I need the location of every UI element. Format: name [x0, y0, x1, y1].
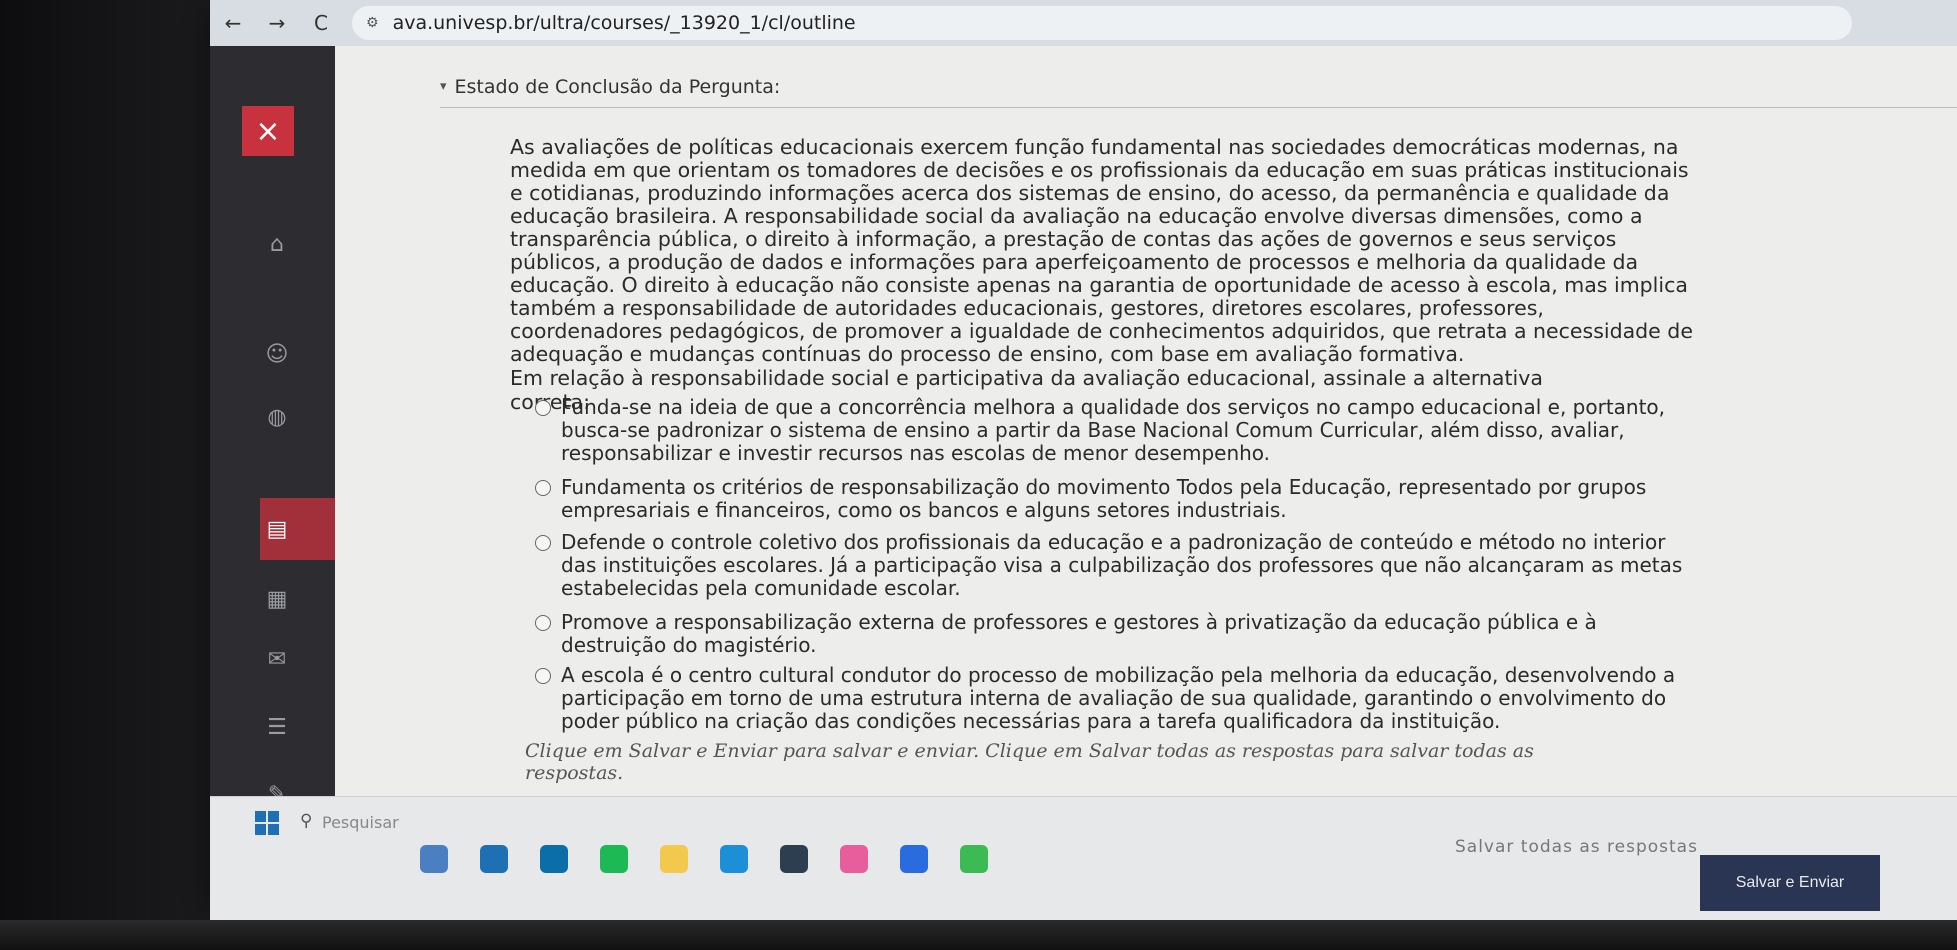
taskbar-app-icon[interactable] — [840, 845, 868, 873]
taskbar-app-icon[interactable] — [780, 845, 808, 873]
grades-icon[interactable]: ☰ — [260, 714, 294, 742]
site-settings-icon[interactable]: ⚙ — [366, 15, 379, 31]
taskbar-search[interactable]: Pesquisar — [322, 813, 399, 832]
radio-icon[interactable] — [535, 615, 551, 631]
institution-icon[interactable]: ⌂ — [260, 231, 294, 259]
radio-icon[interactable] — [535, 668, 551, 684]
save-all-answers-link[interactable]: Salvar todas as respostas — [1455, 837, 1698, 857]
url-text: ava.univesp.br/ultra/courses/_13920_1/cl… — [392, 12, 856, 34]
calendar-icon[interactable]: ▦ — [260, 586, 294, 614]
address-bar[interactable]: ⚙ ava.univesp.br/ultra/courses/_13920_1/… — [352, 6, 1852, 40]
answer-option-3[interactable]: Defende o controle coletivo dos profissi… — [535, 531, 1695, 600]
screen: ← → C ⚙ ava.univesp.br/ultra/courses/_13… — [210, 0, 1957, 920]
monitor-bezel-bottom — [0, 920, 1957, 950]
option-label: Defende o controle coletivo dos profissi… — [561, 530, 1683, 600]
taskbar: ⚲ Pesquisar Salvar todas as respostas Sa… — [210, 796, 1957, 920]
profile-icon[interactable]: ☺ — [260, 341, 294, 369]
taskbar-app-icon[interactable] — [600, 845, 628, 873]
courses-icon[interactable]: ▤ — [260, 516, 294, 544]
close-icon[interactable]: × — [242, 106, 294, 156]
answer-option-2[interactable]: Fundamenta os critérios de responsabiliz… — [535, 476, 1695, 522]
option-label: Promove a responsabilização externa de p… — [561, 610, 1597, 657]
answer-option-4[interactable]: Promove a responsabilização externa de p… — [535, 611, 1695, 657]
taskbar-app-icon[interactable] — [420, 845, 448, 873]
status-label: Estado de Conclusão da Pergunta: — [454, 75, 781, 98]
windows-start-icon[interactable] — [255, 811, 279, 835]
taskbar-app-icon[interactable] — [960, 845, 988, 873]
radio-icon[interactable] — [535, 535, 551, 551]
taskbar-app-icon[interactable] — [900, 845, 928, 873]
monitor-bezel-left — [0, 0, 210, 950]
answer-option-1[interactable]: Funda-se na ideia de que a concorrência … — [535, 396, 1695, 465]
save-and-submit-button[interactable]: Salvar e Enviar — [1700, 855, 1880, 911]
question-text: As avaliações de políticas educacionais … — [510, 135, 1693, 366]
completion-status-header[interactable]: ▾ Estado de Conclusão da Pergunta: — [440, 66, 1957, 108]
forward-icon[interactable]: → — [264, 11, 290, 35]
taskbar-app-icon[interactable] — [480, 845, 508, 873]
back-icon[interactable]: ← — [220, 11, 246, 35]
reload-icon[interactable]: C — [308, 11, 334, 35]
question-panel: ▾ Estado de Conclusão da Pergunta: As av… — [335, 46, 1957, 796]
browser-toolbar: ← → C ⚙ ava.univesp.br/ultra/courses/_13… — [210, 0, 1957, 46]
radio-icon[interactable] — [535, 400, 551, 416]
radio-icon[interactable] — [535, 480, 551, 496]
answer-option-5[interactable]: A escola é o centro cultural condutor do… — [535, 664, 1695, 733]
option-label: A escola é o centro cultural condutor do… — [561, 663, 1676, 733]
chevron-down-icon[interactable]: ▾ — [440, 79, 447, 94]
course-sidebar: × ⌂ ☺ ◍ ▤ ▦ ✉ ☰ ✎ — [210, 46, 335, 807]
messages-icon[interactable]: ✉ — [260, 646, 294, 674]
option-label: Funda-se na ideia de que a concorrência … — [561, 395, 1666, 465]
option-label: Fundamenta os critérios de responsabiliz… — [561, 475, 1647, 522]
search-icon[interactable]: ⚲ — [300, 811, 312, 831]
taskbar-app-icon[interactable] — [720, 845, 748, 873]
taskbar-app-icon[interactable] — [540, 845, 568, 873]
submit-instructions: Clique em Salvar e Enviar para salvar e … — [525, 740, 1534, 784]
taskbar-app-icon[interactable] — [660, 845, 688, 873]
globe-icon[interactable]: ◍ — [260, 404, 294, 432]
